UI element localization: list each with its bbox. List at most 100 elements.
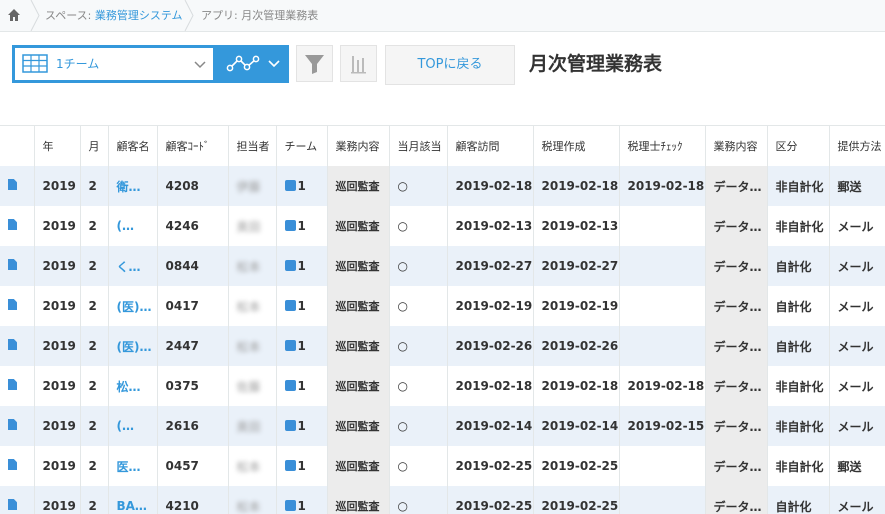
table-row[interactable]: 20192く…0844松本1巡回監査○2019-02-272019-02-27デ…	[0, 246, 885, 286]
view-dropdown[interactable]: 1チーム	[15, 48, 213, 80]
cell-customer[interactable]: く…	[108, 246, 157, 286]
cell-code: 4246	[157, 206, 228, 246]
column-header[interactable]: 年	[34, 126, 80, 166]
column-header[interactable]: チーム	[276, 126, 327, 166]
table-row[interactable]: 20192松…0375佐藤1巡回監査○2019-02-182019-02-182…	[0, 366, 885, 406]
column-header[interactable]: 当月該当	[389, 126, 447, 166]
staff-name: 佐藤	[237, 378, 261, 395]
header-icon-col	[0, 126, 34, 166]
document-icon[interactable]	[8, 259, 17, 270]
column-header[interactable]: 担当者	[228, 126, 276, 166]
top-button[interactable]: TOPに戻る	[385, 45, 515, 85]
document-icon[interactable]	[8, 339, 17, 350]
column-header[interactable]: 業務内容	[327, 126, 389, 166]
breadcrumb-space-name[interactable]: 業務管理システム	[95, 9, 183, 22]
cell-visit: 2019-02-18	[447, 366, 533, 406]
record-detail-cell[interactable]	[0, 326, 34, 366]
cell-customer[interactable]: (医)…	[108, 286, 157, 326]
cell-check	[619, 486, 705, 514]
table-row[interactable]: 20192衛…4208伊藤1巡回監査○2019-02-182019-02-182…	[0, 166, 885, 206]
document-icon[interactable]	[8, 459, 17, 470]
table-view-icon	[22, 54, 48, 73]
cell-kubun: 非自計化	[767, 406, 829, 446]
cell-prep: 2019-02-18	[533, 366, 619, 406]
cell-customer[interactable]: (…	[108, 406, 157, 446]
column-header[interactable]: 税理作成	[533, 126, 619, 166]
applicable-mark: ○	[398, 459, 408, 473]
bar-chart-icon	[341, 46, 376, 81]
cell-work2: データ…	[705, 286, 767, 326]
column-header[interactable]: 提供方法	[829, 126, 885, 166]
cell-prep: 2019-02-14	[533, 406, 619, 446]
cell-applicable: ○	[389, 406, 447, 446]
cell-visit: 2019-02-26	[447, 326, 533, 366]
record-detail-cell[interactable]	[0, 446, 34, 486]
team-number: 1	[298, 179, 306, 193]
record-detail-cell[interactable]	[0, 406, 34, 446]
filter-button[interactable]	[296, 45, 333, 82]
cell-customer[interactable]: (…	[108, 206, 157, 246]
cell-code: 4208	[157, 166, 228, 206]
cell-kubun: 自計化	[767, 246, 829, 286]
column-header[interactable]: 税理士ﾁｪｯｸ	[619, 126, 705, 166]
cell-check: 2019-02-18	[619, 166, 705, 206]
cell-method: メール	[829, 326, 885, 366]
cell-customer[interactable]: BA…	[108, 486, 157, 514]
cell-method: メール	[829, 206, 885, 246]
graph-menu-button[interactable]	[217, 45, 289, 83]
cell-kubun: 非自計化	[767, 206, 829, 246]
team-number: 1	[298, 299, 306, 313]
home-icon[interactable]	[7, 8, 21, 22]
record-detail-cell[interactable]	[0, 206, 34, 246]
cell-check	[619, 206, 705, 246]
record-detail-cell[interactable]	[0, 286, 34, 326]
cell-year: 2019	[34, 446, 80, 486]
column-header[interactable]: 月	[80, 126, 108, 166]
table-row[interactable]: 20192医…0457松本1巡回監査○2019-02-252019-02-25デ…	[0, 446, 885, 486]
document-icon[interactable]	[8, 499, 17, 510]
record-detail-cell[interactable]	[0, 166, 34, 206]
applicable-mark: ○	[398, 379, 408, 393]
column-header[interactable]: 顧客名	[108, 126, 157, 166]
column-header[interactable]: 区分	[767, 126, 829, 166]
view-name: 1チーム	[56, 48, 99, 80]
applicable-mark: ○	[398, 299, 408, 313]
cell-work: 巡回監査	[327, 446, 389, 486]
cell-team: 1	[276, 246, 327, 286]
table-row[interactable]: 20192(医)…2447松本1巡回監査○2019-02-262019-02-2…	[0, 326, 885, 366]
table-row[interactable]: 20192BA…4210松本1巡回監査○2019-02-252019-02-25…	[0, 486, 885, 514]
breadcrumb-space-prefix: スペース:	[45, 9, 95, 22]
cell-year: 2019	[34, 406, 80, 446]
record-detail-cell[interactable]	[0, 366, 34, 406]
cell-check	[619, 446, 705, 486]
document-icon[interactable]	[8, 299, 17, 310]
cell-year: 2019	[34, 166, 80, 206]
cell-month: 2	[80, 246, 108, 286]
cell-customer[interactable]: 松…	[108, 366, 157, 406]
cell-code: 0375	[157, 366, 228, 406]
record-detail-cell[interactable]	[0, 246, 34, 286]
breadcrumb-space[interactable]: スペース: 業務管理システム	[45, 0, 183, 31]
column-header[interactable]: 顧客訪問	[447, 126, 533, 166]
document-icon[interactable]	[8, 179, 17, 190]
cell-method: メール	[829, 406, 885, 446]
document-icon[interactable]	[8, 379, 17, 390]
column-header[interactable]: 業務内容	[705, 126, 767, 166]
view-selector[interactable]: 1チーム	[12, 45, 289, 83]
cell-customer[interactable]: 医…	[108, 446, 157, 486]
table-row[interactable]: 20192(…4246奥田1巡回監査○2019-02-132019-02-13デ…	[0, 206, 885, 246]
cell-staff: 松本	[228, 446, 276, 486]
cell-kubun: 非自計化	[767, 446, 829, 486]
record-detail-cell[interactable]	[0, 486, 34, 514]
cell-check	[619, 246, 705, 286]
document-icon[interactable]	[8, 219, 17, 230]
graph-button[interactable]	[340, 45, 377, 82]
cell-code: 0417	[157, 286, 228, 326]
team-number: 1	[298, 219, 306, 233]
cell-customer[interactable]: 衛…	[108, 166, 157, 206]
column-header[interactable]: 顧客ｺｰﾄﾞ	[157, 126, 228, 166]
table-row[interactable]: 20192(医)…0417松本1巡回監査○2019-02-192019-02-1…	[0, 286, 885, 326]
table-row[interactable]: 20192(…2616奥田1巡回監査○2019-02-142019-02-142…	[0, 406, 885, 446]
cell-customer[interactable]: (医)…	[108, 326, 157, 366]
document-icon[interactable]	[8, 419, 17, 430]
